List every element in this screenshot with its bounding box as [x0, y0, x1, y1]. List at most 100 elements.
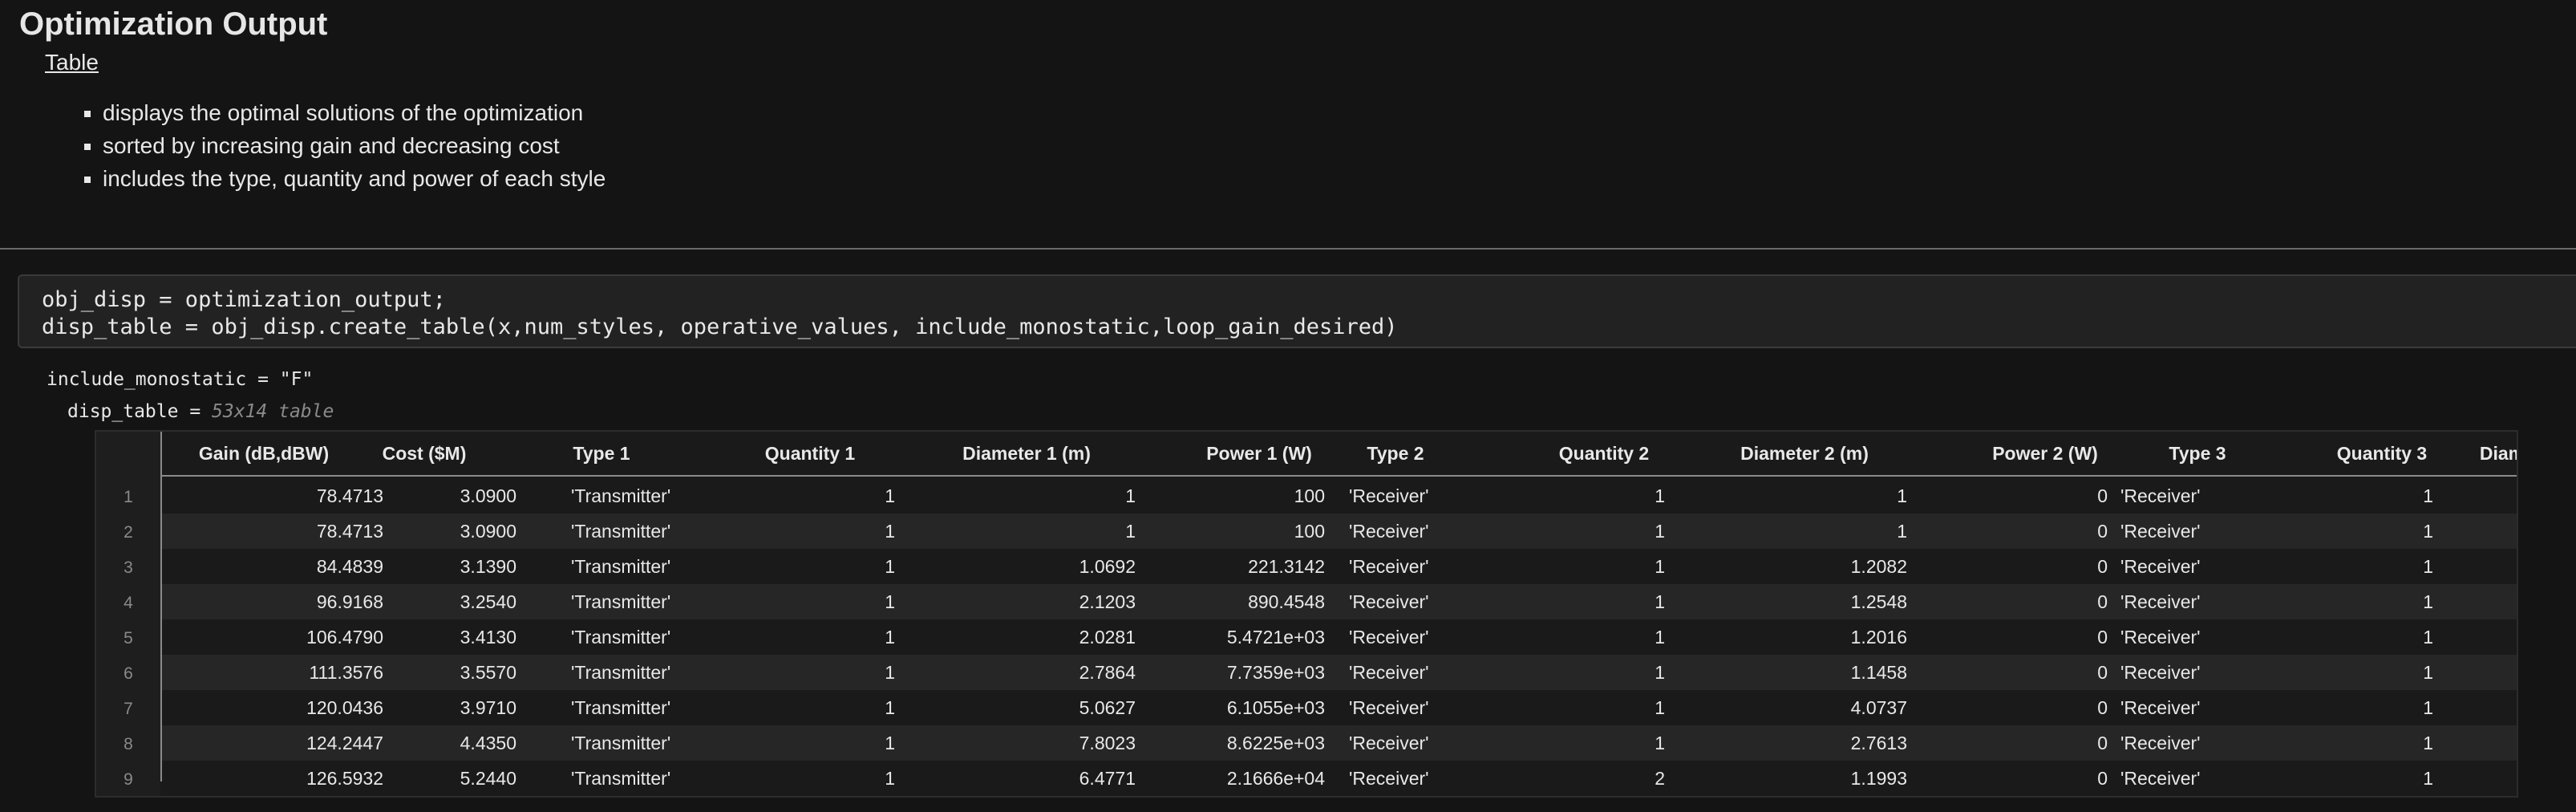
row-number: 8	[124, 735, 133, 753]
table-cell: 1	[1655, 733, 1665, 753]
output-variable-line: include_monostatic = "F"	[47, 369, 314, 390]
table-cell: 120.0436	[306, 697, 383, 718]
table-cell: 'Transmitter'	[571, 485, 671, 506]
column-header[interactable]: Type 1	[521, 443, 682, 465]
table-cell: 0	[2097, 591, 2108, 612]
table-cell: 1	[885, 768, 895, 789]
table-cell: 'Receiver'	[1349, 768, 1429, 789]
table-cell: 1	[885, 697, 895, 718]
table-cell: 7.7359e+03	[1226, 662, 1325, 683]
column-header[interactable]: Cost ($M)	[340, 443, 508, 465]
table-cell: 'Transmitter'	[571, 627, 671, 648]
table-cell: 0	[2097, 556, 2108, 577]
table-cell: 'Receiver'	[1349, 591, 1429, 612]
table-cell: 'Transmitter'	[571, 697, 671, 718]
table-cell: 1	[2423, 521, 2433, 542]
row-number: 3	[124, 558, 133, 577]
column-header[interactable]: Type 2	[1315, 443, 1476, 465]
table-cell: 1	[2423, 485, 2433, 506]
table-cell: 1	[885, 733, 895, 753]
column-header[interactable]: Quantity 1	[730, 443, 890, 465]
code-cell[interactable]: obj_disp = optimization_output; disp_tab…	[18, 274, 2576, 348]
column-header[interactable]: Gain (dB,dBW)	[180, 443, 348, 465]
table-cell: 1.1993	[1850, 768, 1907, 789]
table-row[interactable]: 78.4713 3.0900 'Transmitter' 1 1 100 'Receiver…	[162, 514, 2517, 549]
bullet-item: displays the optimal solutions of the op…	[103, 96, 606, 129]
table-cell: 2.1666e+04	[1226, 768, 1325, 789]
table-cell: 100	[1294, 521, 1325, 542]
table-link[interactable]: Table	[45, 50, 99, 75]
table-var-name: disp_table =	[67, 401, 213, 422]
table-cell: 'Receiver'	[2120, 768, 2201, 789]
table-cell: 111.3576	[309, 662, 383, 683]
table-cell: 0	[2097, 697, 2108, 718]
table-cell: 1	[1655, 627, 1665, 648]
table-cell: 'Receiver'	[2120, 627, 2201, 648]
table-cell: 1	[2423, 662, 2433, 683]
column-header[interactable]: Type 3	[2117, 443, 2278, 465]
table-cell: 1	[1125, 485, 1136, 506]
table-cell: 1	[1897, 521, 1907, 542]
table-cell: 0	[2097, 768, 2108, 789]
table-cell: 0	[2097, 662, 2108, 683]
table-row[interactable]: 120.0436 3.9710 'Transmitter' 1 5.0627 6.1055…	[162, 690, 2517, 725]
table-cell: 5.4721e+03	[1226, 627, 1325, 648]
column-header[interactable]: Quantity 2	[1524, 443, 1684, 465]
column-header[interactable]: Diam	[2422, 443, 2517, 465]
table-row[interactable]: 84.4839 3.1390 'Transmitter' 1 1.0692 221.314…	[162, 549, 2517, 584]
table-cell: 1	[1897, 485, 1907, 506]
table-cell: 106.4790	[306, 627, 383, 648]
table-cell: 'Receiver'	[2120, 662, 2201, 683]
table-cell: 4.4350	[460, 733, 516, 753]
table-cell: 'Receiver'	[2120, 485, 2201, 506]
table-cell: 'Receiver'	[2120, 591, 2201, 612]
row-number: 1	[124, 488, 133, 506]
data-table[interactable]: Gain (dB,dBW) Cost ($M) Type 1 Quantity 1 Di…	[95, 430, 2518, 798]
table-cell: 1	[2423, 733, 2433, 753]
row-number: 9	[124, 770, 133, 789]
table-cell: 'Transmitter'	[571, 733, 671, 753]
bullet-item: includes the type, quantity and power of…	[103, 162, 606, 195]
table-cell: 1	[2423, 627, 2433, 648]
table-row[interactable]: 126.5932 5.2440 'Transmitter' 1 6.4771 2.1666…	[162, 761, 2517, 796]
table-cell: 3.1390	[460, 556, 516, 577]
header-divider	[160, 475, 2517, 477]
table-cell: 5.0627	[1079, 697, 1136, 718]
table-cell: 'Receiver'	[1349, 662, 1429, 683]
bullet-item: sorted by increasing gain and decreasing…	[103, 129, 606, 162]
table-cell: 3.9710	[460, 697, 516, 718]
table-cell: 1.2016	[1850, 627, 1907, 648]
table-row[interactable]: 106.4790 3.4130 'Transmitter' 1 2.0281 5.4721…	[162, 619, 2517, 655]
table-cell: 0	[2097, 733, 2108, 753]
table-row[interactable]: 111.3576 3.5570 'Transmitter' 1 2.7864 7.7359…	[162, 655, 2517, 690]
row-number: 7	[124, 700, 133, 718]
column-header[interactable]: Diameter 1 (m)	[906, 443, 1147, 465]
table-cell: 3.0900	[460, 485, 516, 506]
column-header[interactable]: Diameter 2 (m)	[1668, 443, 1941, 465]
table-cell: 1.2548	[1850, 591, 1907, 612]
table-cell: 2.7864	[1079, 662, 1136, 683]
table-cell: 84.4839	[316, 556, 383, 577]
table-cell: 'Receiver'	[2120, 733, 2201, 753]
table-cell: 1	[885, 485, 895, 506]
table-cell: 'Transmitter'	[571, 556, 671, 577]
row-number: 4	[124, 594, 133, 612]
table-cell: 'Receiver'	[1349, 521, 1429, 542]
code-line[interactable]: obj_disp = optimization_output;	[42, 287, 446, 312]
table-cell: 'Receiver'	[1349, 627, 1429, 648]
table-row[interactable]: 96.9168 3.2540 'Transmitter' 1 2.1203 890.454…	[162, 584, 2517, 619]
table-cell: 6.1055e+03	[1226, 697, 1325, 718]
table-cell: 126.5932	[306, 768, 383, 789]
table-cell: 0	[2097, 627, 2108, 648]
table-cell: 78.4713	[316, 485, 383, 506]
code-line[interactable]: disp_table = obj_disp.create_table(x,num…	[42, 315, 1398, 339]
table-row[interactable]: 78.4713 3.0900 'Transmitter' 1 1 100 'Receiver…	[162, 478, 2517, 514]
table-cell: 'Receiver'	[2120, 521, 2201, 542]
table-cell: 6.4771	[1079, 768, 1136, 789]
table-cell: 5.2440	[460, 768, 516, 789]
row-number: 2	[124, 523, 133, 542]
table-cell: 890.4548	[1248, 591, 1325, 612]
table-cell: 'Transmitter'	[571, 768, 671, 789]
table-row[interactable]: 124.2447 4.4350 'Transmitter' 1 7.8023 8.6225…	[162, 725, 2517, 761]
table-cell: 78.4713	[316, 521, 383, 542]
